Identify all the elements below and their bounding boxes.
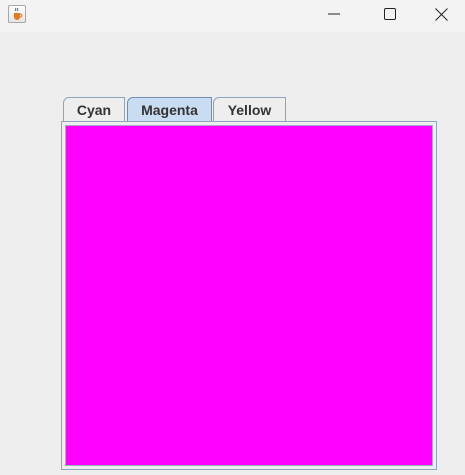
minimize-button[interactable]: [306, 0, 362, 28]
tab-magenta-label: Magenta: [141, 101, 198, 118]
tab-yellow[interactable]: Yellow: [213, 97, 286, 121]
app-window: Cyan Magenta Yellow: [0, 0, 465, 475]
tab-panel: [61, 121, 437, 470]
tab-cyan[interactable]: Cyan: [63, 97, 125, 121]
close-icon: [435, 7, 448, 21]
tab-cyan-label: Cyan: [76, 101, 112, 118]
minimize-icon: [328, 13, 340, 15]
tab-magenta[interactable]: Magenta: [127, 97, 212, 121]
color-panel: [65, 125, 433, 466]
maximize-icon: [384, 8, 396, 20]
java-cup-icon: [8, 5, 26, 23]
close-button[interactable]: [418, 0, 465, 28]
maximize-button[interactable]: [362, 0, 418, 28]
title-bar[interactable]: [0, 0, 465, 32]
tab-yellow-label: Yellow: [227, 101, 272, 118]
